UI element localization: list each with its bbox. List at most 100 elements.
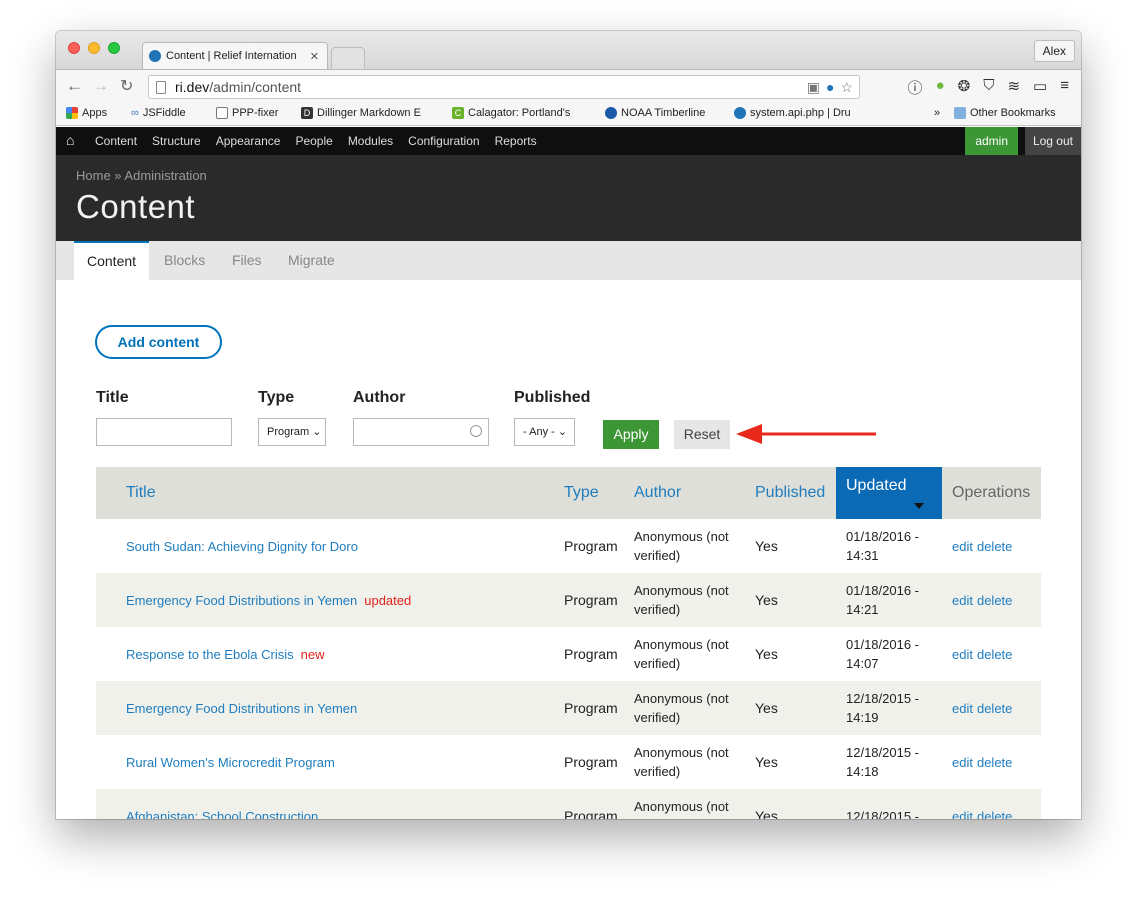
edit-link[interactable]: edit — [952, 647, 973, 662]
add-content-button[interactable]: Add content — [95, 325, 222, 359]
buffer-icon[interactable]: ≋ — [1007, 77, 1020, 98]
browser-tab[interactable]: Content | Relief Internation ✕ — [142, 42, 328, 69]
evernote-icon[interactable]: ● — [936, 77, 945, 98]
onepassword-icon[interactable]: ⓘ — [908, 77, 923, 98]
apply-button[interactable]: Apply — [603, 420, 659, 449]
page-title: Content — [76, 188, 196, 225]
updated-date: 01/18/2016 - — [846, 637, 920, 652]
tab-blocks[interactable]: Blocks — [164, 241, 205, 280]
logout-link[interactable]: Log out — [1024, 127, 1081, 155]
edit-link[interactable]: edit — [952, 701, 973, 716]
tab-content[interactable]: Content — [74, 241, 150, 280]
bookmark-system-api[interactable]: system.api.php | Dru — [734, 107, 872, 119]
minimize-window-button[interactable] — [88, 42, 100, 54]
window-controls — [68, 42, 120, 54]
delete-link[interactable]: delete — [977, 647, 1012, 662]
bookmark-ppp-fixer[interactable]: PPP-fixer — [216, 107, 278, 119]
dillinger-icon: D — [301, 107, 313, 119]
delete-link[interactable]: delete — [977, 539, 1012, 554]
bookmark-calagator[interactable]: C Calagator: Portland's — [452, 107, 588, 119]
close-window-button[interactable] — [68, 42, 80, 54]
content-title-link[interactable]: South Sudan: Achieving Dignity for Doro — [126, 539, 358, 554]
cell-type: Program — [564, 700, 618, 716]
home-icon[interactable]: ⌂ — [66, 132, 74, 148]
ghostery-icon[interactable]: ❂ — [958, 77, 971, 98]
title-filter-label: Title — [96, 389, 129, 406]
page-action-icon[interactable]: ▣ — [807, 76, 820, 98]
column-header-title[interactable]: Title — [126, 467, 156, 519]
menu-item-structure[interactable]: Structure — [152, 134, 201, 148]
menu-icon[interactable]: ≡ — [1060, 77, 1069, 98]
reset-button[interactable]: Reset — [674, 420, 730, 449]
updated-date: 12/18/2015 - — [846, 745, 920, 760]
type-filter-select[interactable]: Program ⌄ — [258, 418, 326, 446]
new-tab-button[interactable] — [331, 47, 365, 69]
other-bookmarks[interactable]: Other Bookmarks — [954, 107, 1056, 119]
menu-item-appearance[interactable]: Appearance — [216, 134, 281, 148]
drupal-extension-icon[interactable]: ● — [826, 76, 834, 98]
content-title-link[interactable]: Response to the Ebola Crisis — [126, 647, 294, 662]
cast-icon[interactable]: ▭ — [1033, 77, 1047, 98]
bookmarks-bar: Apps ∞ JSFiddle PPP-fixer D Dillinger Mark… — [56, 103, 1081, 126]
reload-icon[interactable]: ↻ — [120, 76, 133, 96]
bookmark-label: NOAA Timberline — [621, 107, 706, 119]
content-title-link[interactable]: Rural Women's Microcredit Program — [126, 755, 335, 770]
edit-link[interactable]: edit — [952, 809, 973, 820]
drupal-icon — [734, 107, 746, 119]
address-bar[interactable]: ri.dev/admin/content ▣ ● ☆ — [148, 75, 860, 99]
published-filter-select[interactable]: - Any - ⌄ — [514, 418, 575, 446]
tab-migrate[interactable]: Migrate — [288, 241, 335, 280]
cell-author: Anonymous (not verified) — [634, 789, 729, 819]
column-header-type[interactable]: Type — [564, 467, 599, 519]
zoom-window-button[interactable] — [108, 42, 120, 54]
bookmark-noaa[interactable]: NOAA Timberline — [605, 107, 705, 119]
forward-icon[interactable]: → — [92, 76, 109, 96]
menu-item-configuration[interactable]: Configuration — [408, 134, 479, 148]
author-line: verified) — [634, 602, 681, 617]
updated-date: 12/18/2015 - — [846, 808, 920, 820]
cell-author: Anonymous (not verified) — [634, 627, 729, 681]
breadcrumb[interactable]: Home » Administration — [76, 168, 207, 183]
edit-link[interactable]: edit — [952, 539, 973, 554]
edit-link[interactable]: edit — [952, 593, 973, 608]
bookmark-apps[interactable]: Apps — [66, 107, 107, 119]
content-title-link[interactable]: Emergency Food Distributions in Yemen — [126, 593, 357, 608]
menu-item-people[interactable]: People — [295, 134, 332, 148]
menu-item-modules[interactable]: Modules — [348, 134, 393, 148]
close-tab-icon[interactable]: ✕ — [310, 50, 319, 63]
menu-item-reports[interactable]: Reports — [495, 134, 537, 148]
browser-toolbar: ← → ↻ ri.dev/admin/content ▣ ● ☆ ⓘ ● ❂ ⛉… — [56, 69, 1081, 103]
updated-time: 14:07 — [846, 656, 879, 671]
bookmark-star-icon[interactable]: ☆ — [840, 76, 853, 98]
user-menu[interactable]: admin — [965, 127, 1018, 155]
updated-date: 01/18/2016 - — [846, 583, 920, 598]
author-line: Anonymous (not — [634, 799, 729, 814]
cell-author: Anonymous (not verified) — [634, 735, 729, 789]
column-header-published[interactable]: Published — [755, 467, 825, 519]
author-line: Anonymous (not — [634, 691, 729, 706]
cell-type: Program — [564, 646, 618, 662]
author-filter-input[interactable] — [353, 418, 489, 446]
back-icon[interactable]: ← — [66, 76, 83, 96]
content-title-link[interactable]: Afghanistan: School Construction — [126, 809, 318, 820]
tab-files[interactable]: Files — [232, 241, 262, 280]
bookmark-jsfiddle[interactable]: ∞ JSFiddle — [131, 107, 186, 119]
delete-link[interactable]: delete — [977, 593, 1012, 608]
pocket-icon[interactable]: ⛉ — [983, 77, 994, 98]
delete-link[interactable]: delete — [977, 755, 1012, 770]
bookmark-label: Other Bookmarks — [970, 107, 1056, 119]
content-title-link[interactable]: Emergency Food Distributions in Yemen — [126, 701, 357, 716]
menu-item-content[interactable]: Content — [95, 134, 137, 148]
column-header-author[interactable]: Author — [634, 467, 681, 519]
author-line: verified) — [634, 710, 681, 725]
title-filter-input[interactable] — [96, 418, 232, 446]
jsfiddle-icon: ∞ — [131, 107, 139, 119]
delete-link[interactable]: delete — [977, 809, 1012, 820]
column-header-updated[interactable]: Updated — [836, 467, 942, 519]
bookmark-dillinger[interactable]: D Dillinger Markdown E — [301, 107, 433, 119]
bookmarks-overflow[interactable]: » — [934, 107, 940, 119]
delete-link[interactable]: delete — [977, 701, 1012, 716]
profile-button[interactable]: Alex — [1033, 40, 1075, 62]
bookmark-label: Calagator: Portland's — [468, 107, 571, 119]
edit-link[interactable]: edit — [952, 755, 973, 770]
